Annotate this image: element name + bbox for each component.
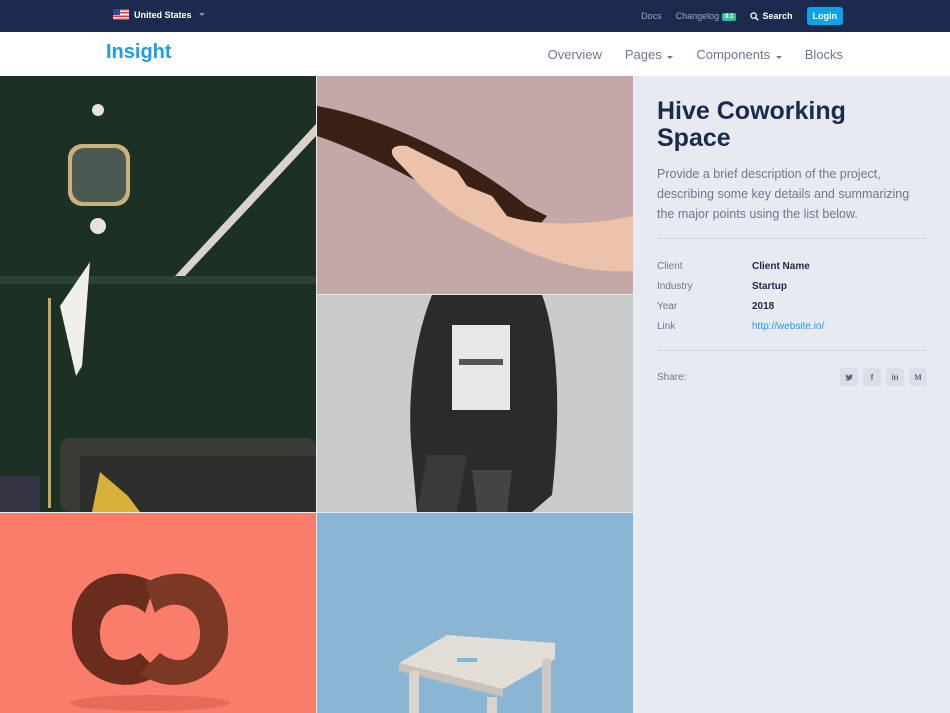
divider [657, 238, 927, 239]
search-button[interactable]: Search [750, 11, 793, 21]
linkedin-icon[interactable]: in [886, 368, 904, 386]
us-flag-icon [113, 9, 129, 20]
gallery-image-stool[interactable] [317, 513, 633, 713]
gallery-image-sculpture[interactable] [0, 513, 316, 713]
meta-key: Client [657, 260, 683, 272]
nav-components[interactable]: Components [696, 46, 782, 62]
country-label: United States [134, 9, 192, 20]
twitter-icon[interactable] [840, 368, 858, 386]
meta-row-industry: Industry Startup [657, 276, 824, 296]
medium-icon[interactable]: M [909, 368, 927, 386]
meta-row-client: Client Client Name [657, 256, 824, 276]
gallery-image-hands[interactable] [317, 76, 633, 294]
changelog-label: Changelog [675, 11, 720, 21]
nav-overview[interactable]: Overview [548, 47, 602, 62]
project-title: Hive Coworking Space [657, 97, 846, 152]
gallery-image-sweater[interactable] [317, 295, 633, 512]
nav-components-label: Components [696, 46, 771, 62]
meta-key: Link [657, 320, 676, 332]
meta-value: Client Name [752, 260, 810, 272]
search-label: Search [762, 11, 793, 21]
nav-pages-label: Pages [624, 46, 662, 62]
share-row: Share: f in M [657, 368, 927, 386]
nav-blocks[interactable]: Blocks [805, 47, 843, 62]
facebook-icon[interactable]: f [863, 368, 881, 386]
project-sidebar: Hive Coworking Space Provide a brief des… [634, 76, 950, 713]
meta-value: Startup [752, 280, 787, 292]
meta-key: Year [657, 300, 678, 312]
meta-value: 2018 [752, 300, 775, 312]
top-bar: United States Docs Changelog 0.1 Search L… [0, 0, 950, 32]
chevron-down-icon [775, 55, 782, 59]
meta-key: Industry [657, 280, 693, 292]
version-badge: 0.1 [722, 13, 737, 21]
project-meta: Client Client Name Industry Startup Year… [657, 256, 824, 336]
share-label: Share: [657, 371, 687, 383]
brand-logo[interactable]: Insight [106, 41, 172, 64]
country-selector[interactable]: United States [113, 9, 205, 20]
project-description: Provide a brief description of the proje… [657, 167, 910, 221]
gallery-image-interior[interactable] [0, 76, 316, 512]
chevron-down-icon [198, 13, 205, 16]
changelog-link[interactable]: Changelog 0.1 [676, 11, 737, 21]
project-link[interactable]: http://website.io/ [752, 321, 824, 332]
docs-link[interactable]: Docs [641, 11, 662, 21]
main-nav: Insight Overview Pages Components Blocks [0, 32, 950, 76]
meta-row-link: Link http://website.io/ [657, 316, 824, 336]
nav-pages[interactable]: Pages [625, 47, 674, 62]
search-icon [750, 11, 760, 21]
chevron-down-icon [667, 55, 674, 59]
login-button[interactable]: Login [806, 7, 843, 25]
meta-row-year: Year 2018 [657, 296, 824, 316]
divider [657, 350, 927, 351]
